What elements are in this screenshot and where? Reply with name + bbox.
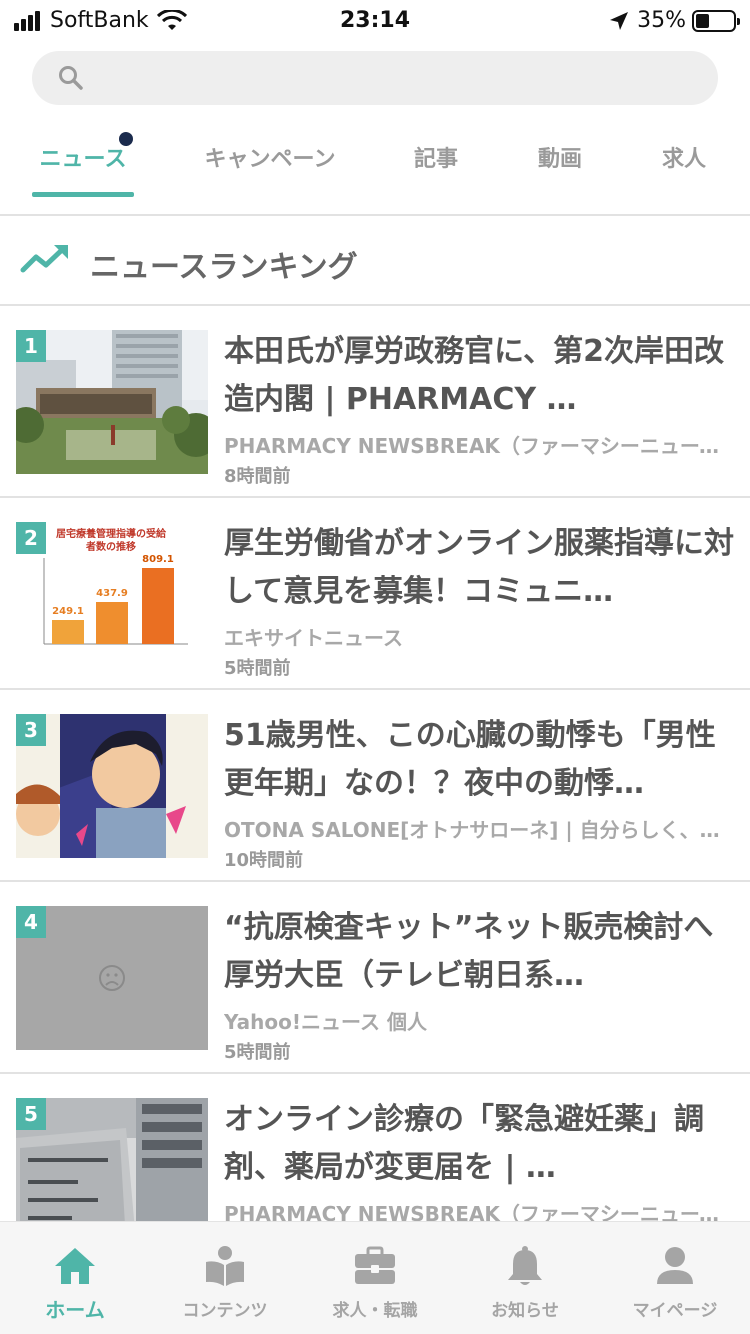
nav-mypage[interactable]: マイページ — [600, 1222, 750, 1334]
nav-label: ホーム — [45, 1298, 105, 1322]
active-tab-indicator — [32, 192, 134, 197]
rank-badge: 3 — [16, 714, 46, 746]
article-title: 厚生労働省がオンライン服薬指導に対して意見を募集！コミュニ… — [224, 526, 734, 609]
category-tabs: ニュース キャンペーン 記事 動画 求人 — [0, 118, 750, 216]
chart-value-label: 437.9 — [96, 588, 128, 599]
home-icon — [55, 1248, 95, 1284]
tab-news[interactable]: ニュース — [32, 146, 134, 186]
search-icon — [59, 66, 83, 90]
unread-dot-badge — [119, 132, 133, 146]
rank-badge: 2 — [16, 522, 46, 554]
battery-icon — [692, 9, 740, 32]
search-input[interactable] — [32, 51, 718, 105]
nav-contents[interactable]: コンテンツ — [150, 1222, 300, 1334]
rank-badge: 5 — [16, 1098, 46, 1130]
user-icon — [657, 1247, 693, 1284]
battery-percentage: 35% — [637, 8, 686, 33]
article-source: エキサイトニュース — [224, 626, 403, 650]
ranking-header: ニュースランキング — [0, 216, 750, 306]
article-title: オンライン診療の「緊急避妊薬」調剤、薬局が変更届を | … — [224, 1102, 704, 1185]
nav-jobs[interactable]: 求人・転職 — [300, 1222, 450, 1334]
trending-up-icon — [20, 245, 68, 273]
news-item[interactable]: 3 51歳男性、この心臓の動悸も「男性更年期」なの！？夜中の動悸… OTONA … — [0, 690, 750, 882]
book-reader-icon — [206, 1246, 244, 1286]
rank-badge: 4 — [16, 906, 46, 938]
tab-campaign[interactable]: キャンペーン — [195, 146, 345, 186]
tab-videos[interactable]: 動画 — [520, 146, 600, 186]
nav-label: マイページ — [632, 1301, 718, 1321]
bottom-navigation: ホーム コンテンツ 求人・転職 お知らせ マイページ — [0, 1221, 750, 1334]
rank-badge: 1 — [16, 330, 46, 362]
tab-jobs[interactable]: 求人 — [644, 146, 724, 186]
briefcase-icon — [355, 1246, 395, 1284]
bell-icon — [508, 1246, 542, 1285]
news-item[interactable]: 居宅療養管理指導の受給者数の推移 249.1 437.9 809.1 2 厚生労… — [0, 498, 750, 690]
news-item[interactable]: 1 本田氏が厚労政務官に、第2次岸田改造内閣 | PHARMACY … PHAR… — [0, 306, 750, 498]
nav-label: お知らせ — [491, 1301, 559, 1321]
nav-home[interactable]: ホーム — [0, 1222, 150, 1334]
tab-articles[interactable]: 記事 — [396, 146, 476, 186]
nav-label: 求人・転職 — [332, 1301, 418, 1321]
location-arrow-icon — [610, 11, 629, 30]
article-source: PHARMACY NEWSBREAK（ファーマシーニュースブレイク） — [224, 434, 734, 458]
article-time: 5時間前 — [224, 1042, 291, 1063]
article-title: 51歳男性、この心臓の動悸も「男性更年期」なの！？夜中の動悸… — [224, 718, 716, 801]
article-time: 8時間前 — [224, 466, 291, 487]
article-time: 10時間前 — [224, 850, 304, 871]
article-title: “抗原検査キット”ネット販売検討へ 厚労大臣（テレビ朝日系… — [224, 910, 734, 993]
chart-value-label: 249.1 — [52, 606, 84, 617]
nav-label: コンテンツ — [182, 1301, 268, 1321]
article-source: OTONA SALONE[オトナサローネ] | 自分らしく、欲張りに。 — [224, 818, 734, 842]
article-time: 5時間前 — [224, 658, 291, 679]
article-title: 本田氏が厚労政務官に、第2次岸田改造内閣 | PHARMACY … — [224, 334, 724, 417]
section-title: ニュースランキング — [90, 250, 358, 285]
chart-value-label: 809.1 — [142, 554, 174, 565]
nav-notifications[interactable]: お知らせ — [450, 1222, 600, 1334]
article-source: Yahoo!ニュース 個人 — [224, 1010, 427, 1034]
chart-title: 居宅療養管理指導の受給者数の推移 — [56, 529, 166, 553]
status-bar: SoftBank 23:14 35% — [0, 0, 750, 42]
news-item[interactable]: 4 “抗原検査キット”ネット販売検討へ 厚労大臣（テレビ朝日系… Yahoo!ニ… — [0, 882, 750, 1074]
